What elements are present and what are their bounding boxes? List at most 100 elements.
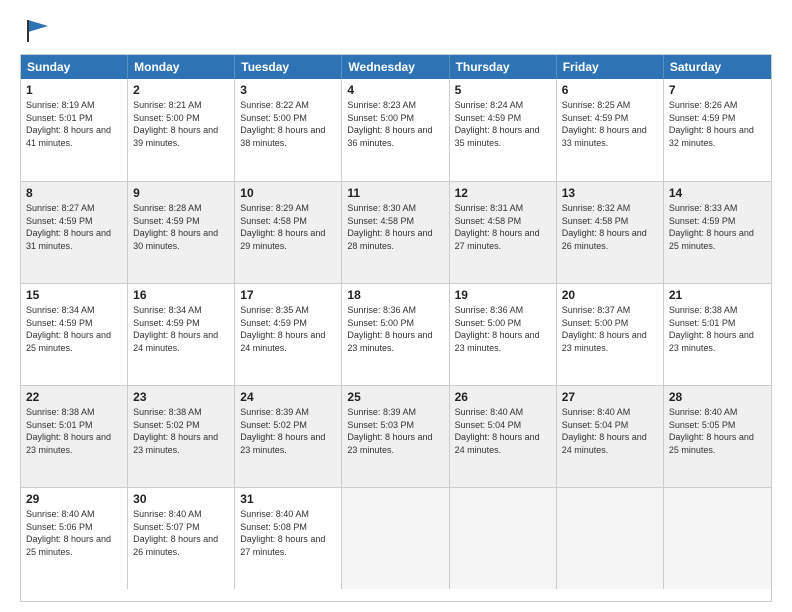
calendar-row: 8Sunrise: 8:27 AMSunset: 4:59 PMDaylight… — [21, 181, 771, 283]
calendar-cell: 19 Sunrise: 8:36 AMSunset: 5:00 PMDayligh… — [450, 284, 557, 385]
calendar-header-day: Friday — [557, 55, 664, 79]
day-number: 23 — [133, 390, 229, 404]
calendar-page: SundayMondayTuesdayWednesdayThursdayFrid… — [0, 0, 792, 612]
day-number: 16 — [133, 288, 229, 302]
cell-text: Sunrise: 8:38 AMSunset: 5:02 PMDaylight:… — [133, 406, 229, 456]
day-number: 30 — [133, 492, 229, 506]
calendar-header: SundayMondayTuesdayWednesdayThursdayFrid… — [21, 55, 771, 79]
calendar-cell: 22 Sunrise: 8:38 AMSunset: 5:01 PMDayligh… — [21, 386, 128, 487]
cell-text: Sunrise: 8:39 AMSunset: 5:02 PMDaylight:… — [240, 406, 336, 456]
day-number: 10 — [240, 186, 336, 200]
calendar-cell: 5 Sunrise: 8:24 AMSunset: 4:59 PMDaylight… — [450, 79, 557, 181]
calendar-body: 1 Sunrise: 8:19 AMSunset: 5:01 PMDaylight… — [21, 79, 771, 589]
calendar-cell: 2 Sunrise: 8:21 AMSunset: 5:00 PMDaylight… — [128, 79, 235, 181]
day-number: 20 — [562, 288, 658, 302]
calendar-row: 15Sunrise: 8:34 AMSunset: 4:59 PMDayligh… — [21, 283, 771, 385]
calendar-cell — [342, 488, 449, 589]
cell-text: Sunrise: 8:37 AMSunset: 5:00 PMDaylight:… — [562, 304, 658, 354]
day-number: 14 — [669, 186, 766, 200]
calendar-cell: 12Sunrise: 8:31 AMSunset: 4:58 PMDayligh… — [450, 182, 557, 283]
calendar-cell: 29 Sunrise: 8:40 AMSunset: 5:06 PMDayligh… — [21, 488, 128, 589]
calendar-cell — [557, 488, 664, 589]
calendar-cell: 20 Sunrise: 8:37 AMSunset: 5:00 PMDayligh… — [557, 284, 664, 385]
day-number: 21 — [669, 288, 766, 302]
cell-text: Sunrise: 8:36 AMSunset: 5:00 PMDaylight:… — [455, 304, 551, 354]
cell-text: Sunrise: 8:22 AMSunset: 5:00 PMDaylight:… — [240, 99, 336, 149]
calendar-cell: 14 Sunrise: 8:33 AMSunset: 4:59 PMDayligh… — [664, 182, 771, 283]
day-number: 6 — [562, 83, 658, 97]
day-number: 29 — [26, 492, 122, 506]
calendar-cell: 1 Sunrise: 8:19 AMSunset: 5:01 PMDaylight… — [21, 79, 128, 181]
cell-text: Sunrise: 8:39 AMSunset: 5:03 PMDaylight:… — [347, 406, 443, 456]
cell-text: Sunrise: 8:19 AMSunset: 5:01 PMDaylight:… — [26, 99, 122, 149]
cell-text: Sunrise: 8:40 AMSunset: 5:07 PMDaylight:… — [133, 508, 229, 558]
cell-text: Sunrise: 8:29 AMSunset: 4:58 PMDaylight:… — [240, 202, 336, 252]
page-header — [20, 16, 772, 44]
day-number: 3 — [240, 83, 336, 97]
calendar-cell: 25 Sunrise: 8:39 AMSunset: 5:03 PMDayligh… — [342, 386, 449, 487]
day-number: 26 — [455, 390, 551, 404]
cell-text: Sunrise: 8:23 AMSunset: 5:00 PMDaylight:… — [347, 99, 443, 149]
cell-text: Sunrise: 8:38 AMSunset: 5:01 PMDaylight:… — [669, 304, 766, 354]
day-number: 7 — [669, 83, 766, 97]
cell-text: Sunrise: 8:26 AMSunset: 4:59 PMDaylight:… — [669, 99, 766, 149]
logo-flag-icon — [24, 16, 52, 44]
calendar-cell: 30 Sunrise: 8:40 AMSunset: 5:07 PMDayligh… — [128, 488, 235, 589]
calendar-header-day: Saturday — [664, 55, 771, 79]
cell-text: Sunrise: 8:40 AMSunset: 5:04 PMDaylight:… — [562, 406, 658, 456]
calendar-cell: 23 Sunrise: 8:38 AMSunset: 5:02 PMDayligh… — [128, 386, 235, 487]
day-number: 31 — [240, 492, 336, 506]
calendar-cell: 10 Sunrise: 8:29 AMSunset: 4:58 PMDayligh… — [235, 182, 342, 283]
cell-text: Sunrise: 8:30 AMSunset: 4:58 PMDaylight:… — [347, 202, 443, 252]
cell-text: Sunrise: 8:24 AMSunset: 4:59 PMDaylight:… — [455, 99, 551, 149]
calendar-cell: 6 Sunrise: 8:25 AMSunset: 4:59 PMDaylight… — [557, 79, 664, 181]
calendar-header-day: Wednesday — [342, 55, 449, 79]
cell-text: Sunrise: 8:21 AMSunset: 5:00 PMDaylight:… — [133, 99, 229, 149]
day-number: 19 — [455, 288, 551, 302]
calendar-cell: 7 Sunrise: 8:26 AMSunset: 4:59 PMDaylight… — [664, 79, 771, 181]
day-number: 28 — [669, 390, 766, 404]
calendar-row: 22 Sunrise: 8:38 AMSunset: 5:01 PMDayligh… — [21, 385, 771, 487]
calendar-cell: 8Sunrise: 8:27 AMSunset: 4:59 PMDaylight… — [21, 182, 128, 283]
calendar-header-day: Sunday — [21, 55, 128, 79]
calendar-header-day: Monday — [128, 55, 235, 79]
cell-text: Sunrise: 8:38 AMSunset: 5:01 PMDaylight:… — [26, 406, 122, 456]
day-number: 8 — [26, 186, 122, 200]
calendar-cell: 11Sunrise: 8:30 AMSunset: 4:58 PMDayligh… — [342, 182, 449, 283]
cell-text: Sunrise: 8:25 AMSunset: 4:59 PMDaylight:… — [562, 99, 658, 149]
calendar-cell: 18 Sunrise: 8:36 AMSunset: 5:00 PMDayligh… — [342, 284, 449, 385]
cell-text: Sunrise: 8:28 AMSunset: 4:59 PMDaylight:… — [133, 202, 229, 252]
day-number: 5 — [455, 83, 551, 97]
day-number: 22 — [26, 390, 122, 404]
calendar-cell: 3 Sunrise: 8:22 AMSunset: 5:00 PMDaylight… — [235, 79, 342, 181]
calendar-header-day: Thursday — [450, 55, 557, 79]
day-number: 24 — [240, 390, 336, 404]
calendar-cell: 27Sunrise: 8:40 AMSunset: 5:04 PMDayligh… — [557, 386, 664, 487]
calendar-cell: 17 Sunrise: 8:35 AMSunset: 4:59 PMDayligh… — [235, 284, 342, 385]
cell-text: Sunrise: 8:40 AMSunset: 5:06 PMDaylight:… — [26, 508, 122, 558]
calendar-row: 29 Sunrise: 8:40 AMSunset: 5:06 PMDayligh… — [21, 487, 771, 589]
cell-text: Sunrise: 8:34 AMSunset: 4:59 PMDaylight:… — [133, 304, 229, 354]
day-number: 4 — [347, 83, 443, 97]
calendar-cell: 24 Sunrise: 8:39 AMSunset: 5:02 PMDayligh… — [235, 386, 342, 487]
calendar-cell: 21 Sunrise: 8:38 AMSunset: 5:01 PMDayligh… — [664, 284, 771, 385]
day-number: 12 — [455, 186, 551, 200]
day-number: 18 — [347, 288, 443, 302]
calendar-cell: 4 Sunrise: 8:23 AMSunset: 5:00 PMDaylight… — [342, 79, 449, 181]
cell-text: Sunrise: 8:40 AMSunset: 5:04 PMDaylight:… — [455, 406, 551, 456]
calendar-header-day: Tuesday — [235, 55, 342, 79]
calendar-grid: SundayMondayTuesdayWednesdayThursdayFrid… — [20, 54, 772, 602]
day-number: 1 — [26, 83, 122, 97]
calendar-cell: 15Sunrise: 8:34 AMSunset: 4:59 PMDayligh… — [21, 284, 128, 385]
cell-text: Sunrise: 8:34 AMSunset: 4:59 PMDaylight:… — [26, 304, 122, 354]
calendar-cell: 26 Sunrise: 8:40 AMSunset: 5:04 PMDayligh… — [450, 386, 557, 487]
day-number: 17 — [240, 288, 336, 302]
day-number: 9 — [133, 186, 229, 200]
day-number: 2 — [133, 83, 229, 97]
cell-text: Sunrise: 8:32 AMSunset: 4:58 PMDaylight:… — [562, 202, 658, 252]
calendar-cell: 31Sunrise: 8:40 AMSunset: 5:08 PMDayligh… — [235, 488, 342, 589]
cell-text: Sunrise: 8:36 AMSunset: 5:00 PMDaylight:… — [347, 304, 443, 354]
cell-text: Sunrise: 8:33 AMSunset: 4:59 PMDaylight:… — [669, 202, 766, 252]
cell-text: Sunrise: 8:35 AMSunset: 4:59 PMDaylight:… — [240, 304, 336, 354]
day-number: 25 — [347, 390, 443, 404]
